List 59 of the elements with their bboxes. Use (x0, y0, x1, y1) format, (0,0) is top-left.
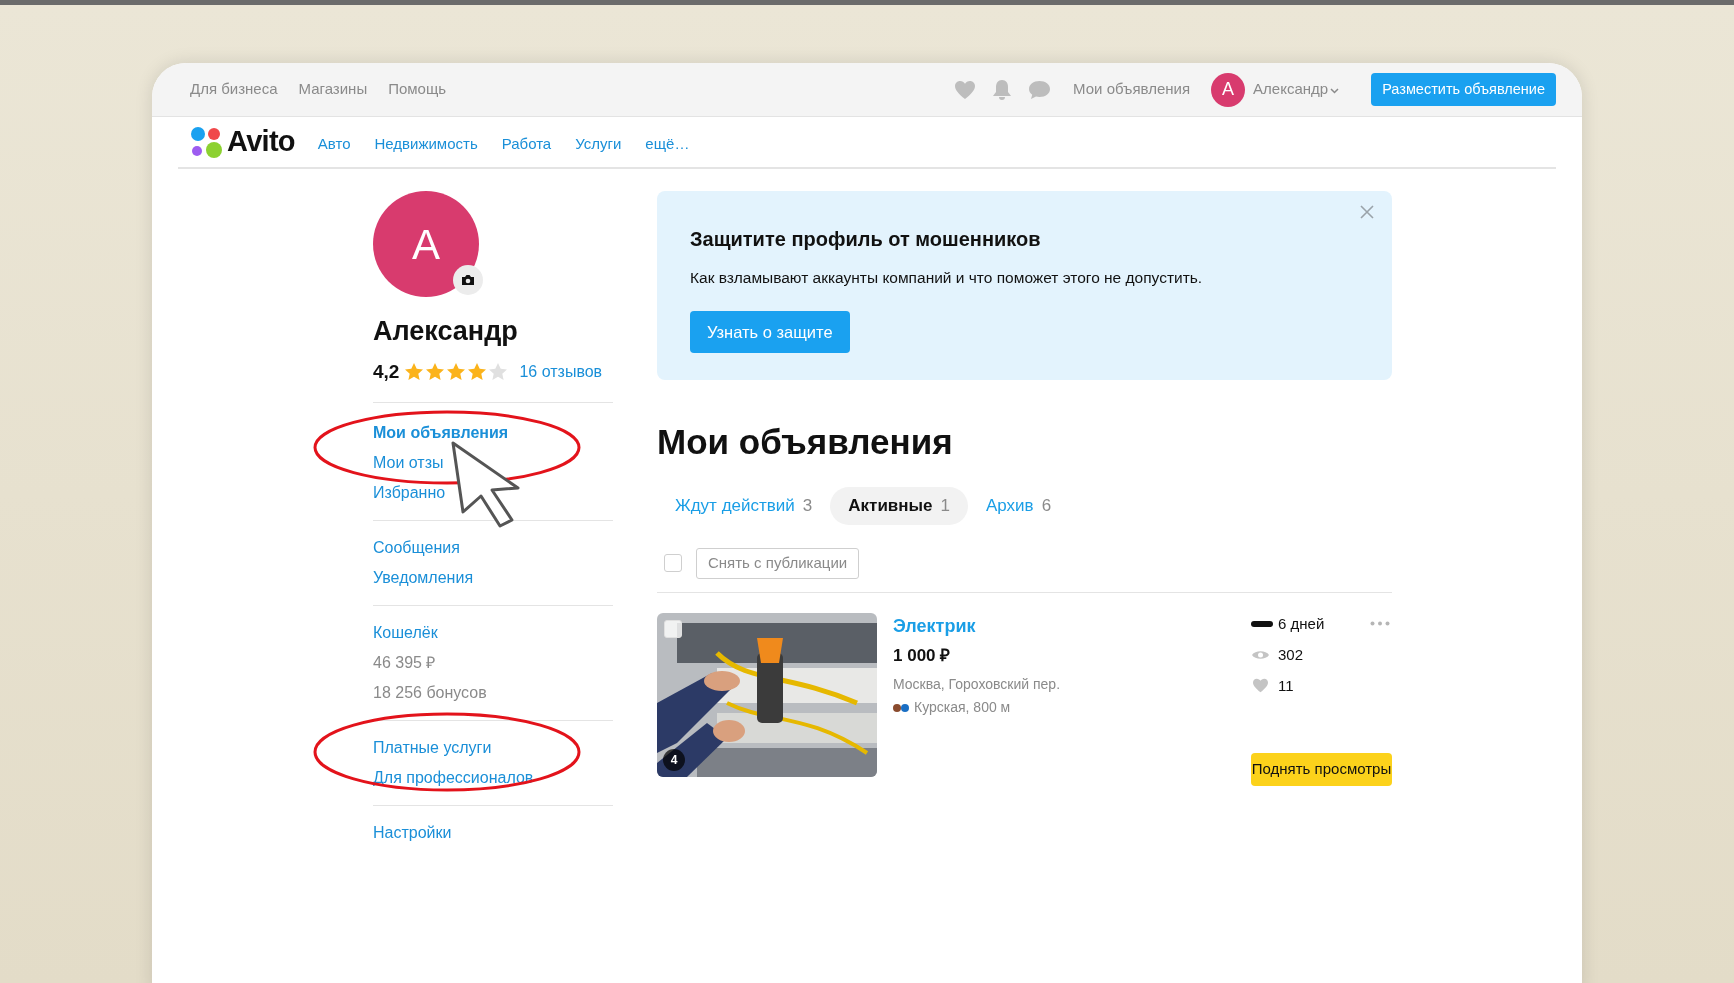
logo-icon (190, 125, 223, 159)
chat-icon[interactable] (1028, 79, 1052, 100)
status-tab[interactable]: Активные 1 (830, 486, 968, 525)
camera-icon[interactable] (453, 265, 483, 295)
category-link[interactable]: Работа (501, 132, 552, 156)
listing-address: Москва, Гороховский пер. (893, 675, 1062, 694)
star-icon (425, 361, 446, 382)
category-link[interactable]: Недвижимость (374, 132, 478, 156)
sidebar-link[interactable]: Уведомления (373, 567, 613, 588)
logo-text[interactable]: Avito (227, 120, 295, 164)
wallet-amount: 46 395 ₽ (373, 653, 437, 673)
bell-icon[interactable] (992, 78, 1013, 101)
sidebar-link[interactable]: Кошелёк (373, 622, 613, 643)
sidebar-link[interactable]: Сообщения (373, 537, 613, 558)
select-all-checkbox[interactable] (664, 554, 682, 572)
sidebar-link[interactable]: Платные услуги (373, 737, 613, 758)
user-avatar[interactable]: А (1211, 72, 1246, 107)
chevron-down-icon (1330, 88, 1340, 94)
status-tab[interactable]: Ждут действий 3 (657, 486, 831, 525)
listing-title[interactable]: Электрик (893, 612, 1183, 640)
learn-protection-button[interactable]: Узнать о защите (690, 311, 850, 354)
my-ads-link[interactable]: Мои объявления (1073, 78, 1191, 101)
banner-text: Как взламывают аккаунты компаний и что поможет этого не допустить. (690, 268, 1204, 288)
status-tab[interactable]: Архив 6 (968, 486, 1070, 525)
close-icon[interactable] (1360, 205, 1374, 219)
heart-icon (1252, 678, 1269, 694)
rating-value: 4,2 (373, 359, 400, 384)
listing-price: 1 000 ₽ (893, 644, 952, 667)
duration-icon (1251, 620, 1273, 627)
wallet-amount: 18 256 бонусов (373, 683, 488, 703)
sidebar-link[interactable]: Мои отзы (373, 452, 613, 473)
post-ad-button[interactable]: Разместить объявление (1371, 73, 1556, 106)
more-icon[interactable] (1370, 621, 1390, 627)
sidebar-link[interactable]: Настройки (373, 822, 613, 843)
star-icon (488, 361, 509, 382)
top-link[interactable]: Для бизнеса (190, 78, 278, 101)
unpublish-button[interactable]: Снять с публикации (696, 547, 860, 579)
metro-station: Курская, 800 м (914, 698, 1011, 717)
star-icon (467, 361, 488, 382)
heart-icon (954, 79, 977, 100)
favorites-count: 11 (1278, 675, 1294, 696)
days-left: 6 дней (1278, 613, 1325, 634)
page-heading: Мои объявления (657, 421, 954, 463)
category-link[interactable]: Услуги (575, 132, 622, 156)
top-link[interactable]: Помощь (388, 78, 447, 101)
eye-icon (1251, 649, 1270, 662)
star-icon (404, 361, 425, 382)
sidebar-link[interactable]: Избранно (373, 482, 613, 503)
category-link[interactable]: Авто (317, 132, 351, 156)
star-icon (446, 361, 467, 382)
category-link[interactable]: ещё… (645, 132, 690, 156)
profile-name: Александр (373, 315, 519, 348)
views-count: 302 (1278, 645, 1304, 665)
promote-button[interactable]: Поднять просмотры (1251, 753, 1392, 786)
user-menu[interactable]: Александр (1253, 78, 1329, 101)
top-link[interactable]: Магазины (298, 78, 368, 101)
banner-title: Защитите профиль от мошенников (690, 227, 1042, 252)
sidebar-link[interactable]: Мои объявления (373, 422, 613, 443)
reviews-link[interactable]: 16 отзывов (519, 359, 603, 384)
